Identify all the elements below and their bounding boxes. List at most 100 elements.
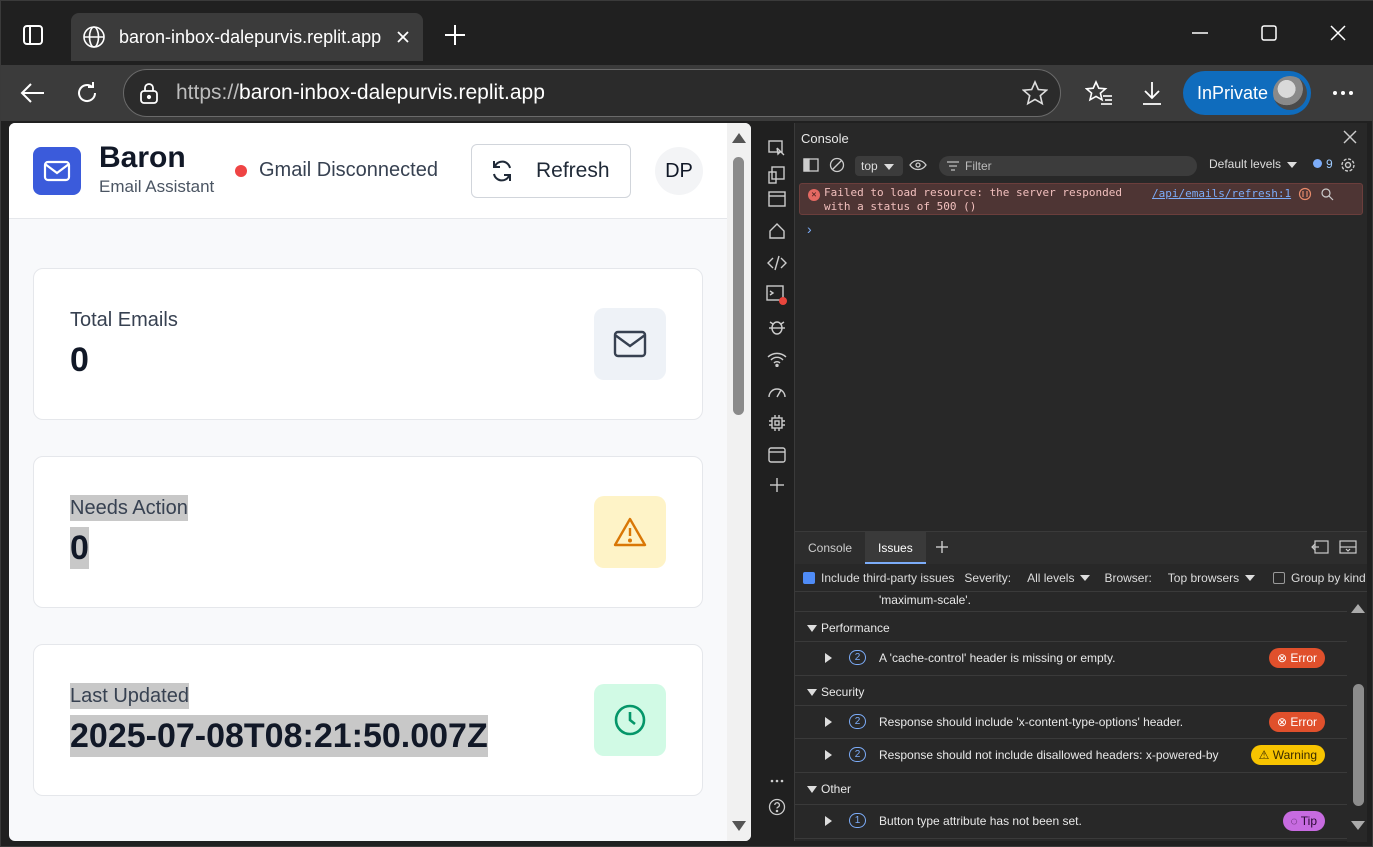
drawer-tabs: Console Issues xyxy=(795,532,1367,564)
inspect-icon[interactable] xyxy=(765,137,789,161)
lock-icon[interactable] xyxy=(136,80,162,106)
page-scrollbar[interactable] xyxy=(727,123,751,841)
truncated-issue-text: 'maximum-scale'. xyxy=(879,593,971,607)
close-window-icon[interactable] xyxy=(1315,11,1361,55)
scroll-up-icon[interactable] xyxy=(732,133,746,143)
minimize-icon[interactable] xyxy=(1177,11,1223,55)
new-tab-icon[interactable] xyxy=(437,17,473,53)
clock-icon xyxy=(594,684,666,756)
search-icon[interactable] xyxy=(1320,187,1334,205)
panel-title: Console xyxy=(801,130,849,146)
dock-drawer-icon[interactable] xyxy=(1311,540,1329,557)
welcome-home-icon[interactable] xyxy=(765,219,789,243)
more-options-icon[interactable] xyxy=(765,769,789,793)
devtools-drawer: Console Issues Include third-party issue… xyxy=(795,531,1367,842)
log-levels-value: Default levels xyxy=(1209,157,1282,171)
issue-count: 1 xyxy=(849,813,866,828)
tab-actions-icon[interactable] xyxy=(13,15,53,55)
device-emulation-icon[interactable] xyxy=(765,163,789,187)
issues-counter[interactable]: 9 xyxy=(1313,157,1333,171)
web-page: Baron Email Assistant Gmail Disconnected… xyxy=(9,123,751,841)
severity-select[interactable]: All levels xyxy=(1027,571,1091,585)
issues-toolbar: Include third-party issues Severity: All… xyxy=(795,564,1367,592)
expand-arrow-icon[interactable] xyxy=(825,816,832,826)
network-request-icon[interactable] xyxy=(1298,187,1312,205)
context-select[interactable]: top xyxy=(855,156,903,176)
scroll-up-icon[interactable] xyxy=(1351,604,1365,613)
scroll-down-icon[interactable] xyxy=(1351,821,1365,830)
error-icon: ✕ xyxy=(808,189,820,201)
memory-chip-icon[interactable] xyxy=(765,411,789,435)
refresh-button[interactable]: Refresh xyxy=(471,144,631,198)
console-toolbar: top Filter Default levels 9 xyxy=(795,153,1367,179)
add-tab-plus-icon[interactable] xyxy=(935,540,948,556)
console-settings-gear-icon[interactable] xyxy=(1340,157,1356,176)
clear-console-icon[interactable] xyxy=(829,157,845,176)
section-other[interactable]: Other xyxy=(795,773,1347,805)
log-levels-select[interactable]: Default levels xyxy=(1209,157,1298,171)
scroll-thumb[interactable] xyxy=(733,157,744,415)
help-icon[interactable] xyxy=(765,795,789,819)
address-bar[interactable]: https://baron-inbox-dalepurvis.replit.ap… xyxy=(123,69,1061,117)
live-expression-eye-icon[interactable] xyxy=(909,159,927,174)
back-icon[interactable] xyxy=(13,73,53,113)
expand-arrow-icon[interactable] xyxy=(825,653,832,663)
issue-row[interactable]: 2 A 'cache-control' header is missing or… xyxy=(795,642,1347,676)
group-by-kind-checkbox[interactable] xyxy=(1273,572,1285,584)
issue-row[interactable]: 2 Response should include 'x-content-typ… xyxy=(795,706,1347,739)
scroll-down-icon[interactable] xyxy=(732,821,746,831)
favorite-star-icon[interactable] xyxy=(1021,80,1049,111)
app-logo xyxy=(33,147,81,195)
expand-arrow-icon[interactable] xyxy=(825,717,832,727)
elements-icon[interactable] xyxy=(765,251,789,275)
application-icon[interactable] xyxy=(765,443,789,467)
active-tab[interactable]: baron-inbox-dalepurvis.replit.app xyxy=(71,13,423,61)
browser-label: Browser: xyxy=(1104,570,1152,585)
toggle-panel-icon[interactable] xyxy=(765,187,789,211)
sidebar-toggle-icon[interactable] xyxy=(803,158,819,175)
brand-name: Baron xyxy=(99,141,186,174)
issue-row[interactable]: 2 Response should not include disallowed… xyxy=(795,739,1347,773)
expand-arrow-icon[interactable] xyxy=(825,750,832,760)
severity-label: Severity: xyxy=(964,570,1012,585)
inprivate-button[interactable]: InPrivate xyxy=(1183,71,1311,115)
browser-toolbar: https://baron-inbox-dalepurvis.replit.ap… xyxy=(1,65,1373,121)
url-text[interactable]: https://baron-inbox-dalepurvis.replit.ap… xyxy=(176,81,545,105)
stat-label: Last Updated xyxy=(70,683,189,709)
browser-select[interactable]: Top browsers xyxy=(1168,571,1256,585)
issue-row[interactable]: 1 Button type attribute has not been set… xyxy=(795,805,1347,839)
filter-placeholder: Filter xyxy=(965,159,992,173)
scroll-thumb[interactable] xyxy=(1353,684,1364,806)
status-badge: ⊗ Error xyxy=(1268,712,1325,732)
warning-icon xyxy=(594,496,666,568)
filter-input[interactable]: Filter xyxy=(939,156,1197,176)
network-wifi-icon[interactable] xyxy=(765,347,789,371)
error-source-link[interactable]: /api/emails/refresh:1 xyxy=(1152,187,1291,201)
section-title: Other xyxy=(807,782,851,796)
close-drawer-icon[interactable] xyxy=(1339,540,1357,557)
performance-gauge-icon[interactable] xyxy=(765,379,789,403)
sources-bug-icon[interactable] xyxy=(765,315,789,339)
close-devtools-icon[interactable] xyxy=(1343,130,1357,147)
user-avatar[interactable]: DP xyxy=(655,147,703,195)
tab-console[interactable]: Console xyxy=(795,532,865,564)
more-menu-icon[interactable] xyxy=(1323,73,1363,113)
maximize-icon[interactable] xyxy=(1246,11,1292,55)
console-icon[interactable] xyxy=(765,283,789,307)
tab-title: baron-inbox-dalepurvis.replit.app xyxy=(119,26,382,47)
issues-scrollbar[interactable] xyxy=(1347,592,1367,842)
more-tools-plus-icon[interactable] xyxy=(765,473,789,497)
tab-close-icon[interactable] xyxy=(389,23,417,51)
console-prompt[interactable]: › xyxy=(807,221,812,237)
tab-issues[interactable]: Issues xyxy=(865,532,926,564)
reload-icon[interactable] xyxy=(67,73,107,113)
inprivate-label: InPrivate xyxy=(1197,82,1269,103)
third-party-checkbox[interactable] xyxy=(803,571,815,584)
favorites-icon[interactable] xyxy=(1079,73,1119,113)
stat-card-last-updated: Last Updated 2025-07-08T08:21:50.007Z xyxy=(33,644,703,796)
status-badge: ⊗ Error xyxy=(1268,648,1325,668)
section-security[interactable]: Security xyxy=(795,676,1347,706)
section-performance[interactable]: Performance xyxy=(795,612,1347,642)
downloads-icon[interactable] xyxy=(1132,73,1172,113)
issue-text: Button type attribute has not been set. xyxy=(879,814,1082,828)
